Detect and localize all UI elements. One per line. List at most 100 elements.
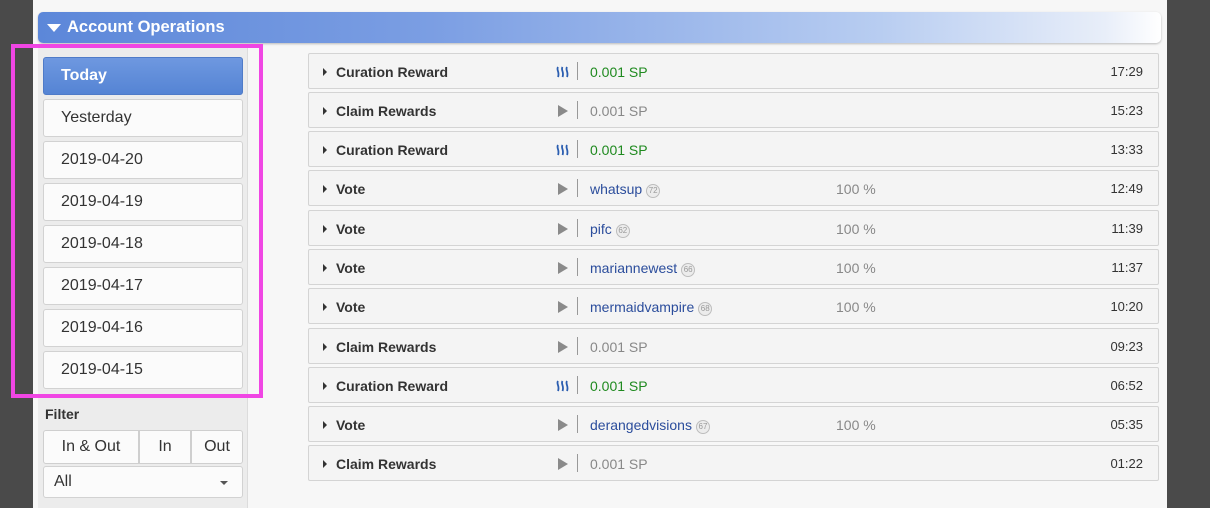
separator <box>577 219 578 237</box>
operation-time: 01:22 <box>1110 456 1143 471</box>
operation-row[interactable]: Claim Rewards 0.001 SP 15:23 <box>308 92 1159 128</box>
operation-amount: 0.001 SP <box>590 456 648 472</box>
operation-amount: 0.001 SP <box>590 64 648 80</box>
steem-icon <box>555 378 571 394</box>
operation-row[interactable]: Vote whatsup 72 100 % 12:49 <box>308 170 1159 206</box>
operation-title: Vote <box>336 299 366 315</box>
operation-row[interactable]: Curation Reward 0.001 SP 06:52 <box>308 367 1159 403</box>
value-text: 0.001 SP <box>590 142 648 158</box>
date-button[interactable]: 2019-04-16 <box>43 309 243 347</box>
operation-row[interactable]: Curation Reward 0.001 SP 17:29 <box>308 53 1159 89</box>
operation-time: 17:29 <box>1110 64 1143 79</box>
filter-out-button[interactable]: Out <box>191 430 243 464</box>
operation-time: 10:20 <box>1110 299 1143 314</box>
play-icon <box>555 456 571 472</box>
play-icon <box>555 103 571 119</box>
voted-author-link[interactable]: derangedvisions 67 <box>590 417 710 434</box>
separator <box>577 415 578 433</box>
expand-arrow-icon[interactable] <box>323 421 327 429</box>
operation-title: Vote <box>336 260 366 276</box>
operation-time: 06:52 <box>1110 378 1143 393</box>
play-icon <box>555 181 571 197</box>
operation-row[interactable]: Vote mermaidvampire 68 100 % 10:20 <box>308 288 1159 324</box>
reputation-badge: 67 <box>695 420 710 434</box>
expand-arrow-icon[interactable] <box>323 343 327 351</box>
expand-arrow-icon[interactable] <box>323 185 327 193</box>
separator <box>577 454 578 472</box>
separator <box>577 140 578 158</box>
expand-arrow-icon[interactable] <box>323 68 327 76</box>
steem-icon <box>555 142 571 158</box>
operation-row[interactable]: Vote mariannewest 66 100 % 11:37 <box>308 249 1159 285</box>
value-text[interactable]: mariannewest <box>590 260 677 276</box>
operation-title: Vote <box>336 181 366 197</box>
reputation-badge: 66 <box>681 263 696 277</box>
vote-weight: 100 % <box>836 299 876 315</box>
operation-row[interactable]: Claim Rewards 0.001 SP 09:23 <box>308 328 1159 364</box>
steem-icon <box>555 64 571 80</box>
expand-arrow-icon[interactable] <box>323 382 327 390</box>
expand-arrow-icon[interactable] <box>323 264 327 272</box>
operation-title: Vote <box>336 417 366 433</box>
play-icon <box>555 221 571 237</box>
operation-row[interactable]: Vote pifc 62 100 % 11:39 <box>308 210 1159 246</box>
voted-author-link[interactable]: mermaidvampire 68 <box>590 299 713 316</box>
chevron-down-icon <box>220 481 228 485</box>
operation-amount: 0.001 SP <box>590 339 648 355</box>
operation-title: Curation Reward <box>336 142 449 158</box>
value-text: 0.001 SP <box>590 64 648 80</box>
expand-arrow-icon[interactable] <box>323 303 327 311</box>
separator <box>577 258 578 276</box>
date-button[interactable]: 2019-04-17 <box>43 267 243 305</box>
separator <box>577 62 578 80</box>
value-text[interactable]: mermaidvampire <box>590 299 694 315</box>
value-text: 0.001 SP <box>590 456 648 472</box>
play-icon <box>555 299 571 315</box>
reputation-badge: 72 <box>646 184 661 198</box>
date-button[interactable]: 2019-04-18 <box>43 225 243 263</box>
expand-arrow-icon[interactable] <box>323 146 327 154</box>
date-button[interactable]: 2019-04-20 <box>43 141 243 179</box>
operation-title: Curation Reward <box>336 64 449 80</box>
vote-weight: 100 % <box>836 417 876 433</box>
operation-amount: 0.001 SP <box>590 103 648 119</box>
play-icon <box>555 260 571 276</box>
voted-author-link[interactable]: mariannewest 66 <box>590 260 696 277</box>
date-button[interactable]: Today <box>43 57 243 95</box>
operation-row[interactable]: Vote derangedvisions 67 100 % 05:35 <box>308 406 1159 442</box>
value-text[interactable]: whatsup <box>590 181 642 197</box>
operation-time: 05:35 <box>1110 417 1143 432</box>
operation-amount: 0.001 SP <box>590 142 648 158</box>
operation-title: Claim Rewards <box>336 103 437 119</box>
collapse-triangle-icon <box>47 23 61 32</box>
operation-amount: 0.001 SP <box>590 378 648 394</box>
play-icon <box>555 417 571 433</box>
voted-author-link[interactable]: pifc 62 <box>590 221 630 238</box>
reputation-badge: 68 <box>698 302 713 316</box>
expand-arrow-icon[interactable] <box>323 460 327 468</box>
date-button[interactable]: Yesterday <box>43 99 243 137</box>
operation-title: Claim Rewards <box>336 339 437 355</box>
reputation-badge: 62 <box>615 224 630 238</box>
operation-row[interactable]: Curation Reward 0.001 SP 13:33 <box>308 131 1159 167</box>
operation-time: 11:37 <box>1111 260 1143 275</box>
date-button[interactable]: 2019-04-15 <box>43 351 243 389</box>
filter-in-button[interactable]: In <box>139 430 191 464</box>
date-button[interactable]: 2019-04-19 <box>43 183 243 221</box>
operation-row[interactable]: Claim Rewards 0.001 SP 01:22 <box>308 445 1159 481</box>
play-icon <box>555 339 571 355</box>
expand-arrow-icon[interactable] <box>323 225 327 233</box>
value-text[interactable]: pifc <box>590 221 612 237</box>
value-text[interactable]: derangedvisions <box>590 417 692 433</box>
expand-arrow-icon[interactable] <box>323 107 327 115</box>
operation-title: Claim Rewards <box>336 456 437 472</box>
voted-author-link[interactable]: whatsup 72 <box>590 181 661 198</box>
value-text: 0.001 SP <box>590 378 648 394</box>
section-header[interactable]: Account Operations <box>38 12 1161 43</box>
filter-label: Filter <box>45 406 80 422</box>
operation-time: 15:23 <box>1110 103 1143 118</box>
separator <box>577 376 578 394</box>
filter-in-out-button[interactable]: In & Out <box>43 430 139 464</box>
separator <box>577 179 578 197</box>
operation-type-select[interactable]: All <box>43 466 243 498</box>
